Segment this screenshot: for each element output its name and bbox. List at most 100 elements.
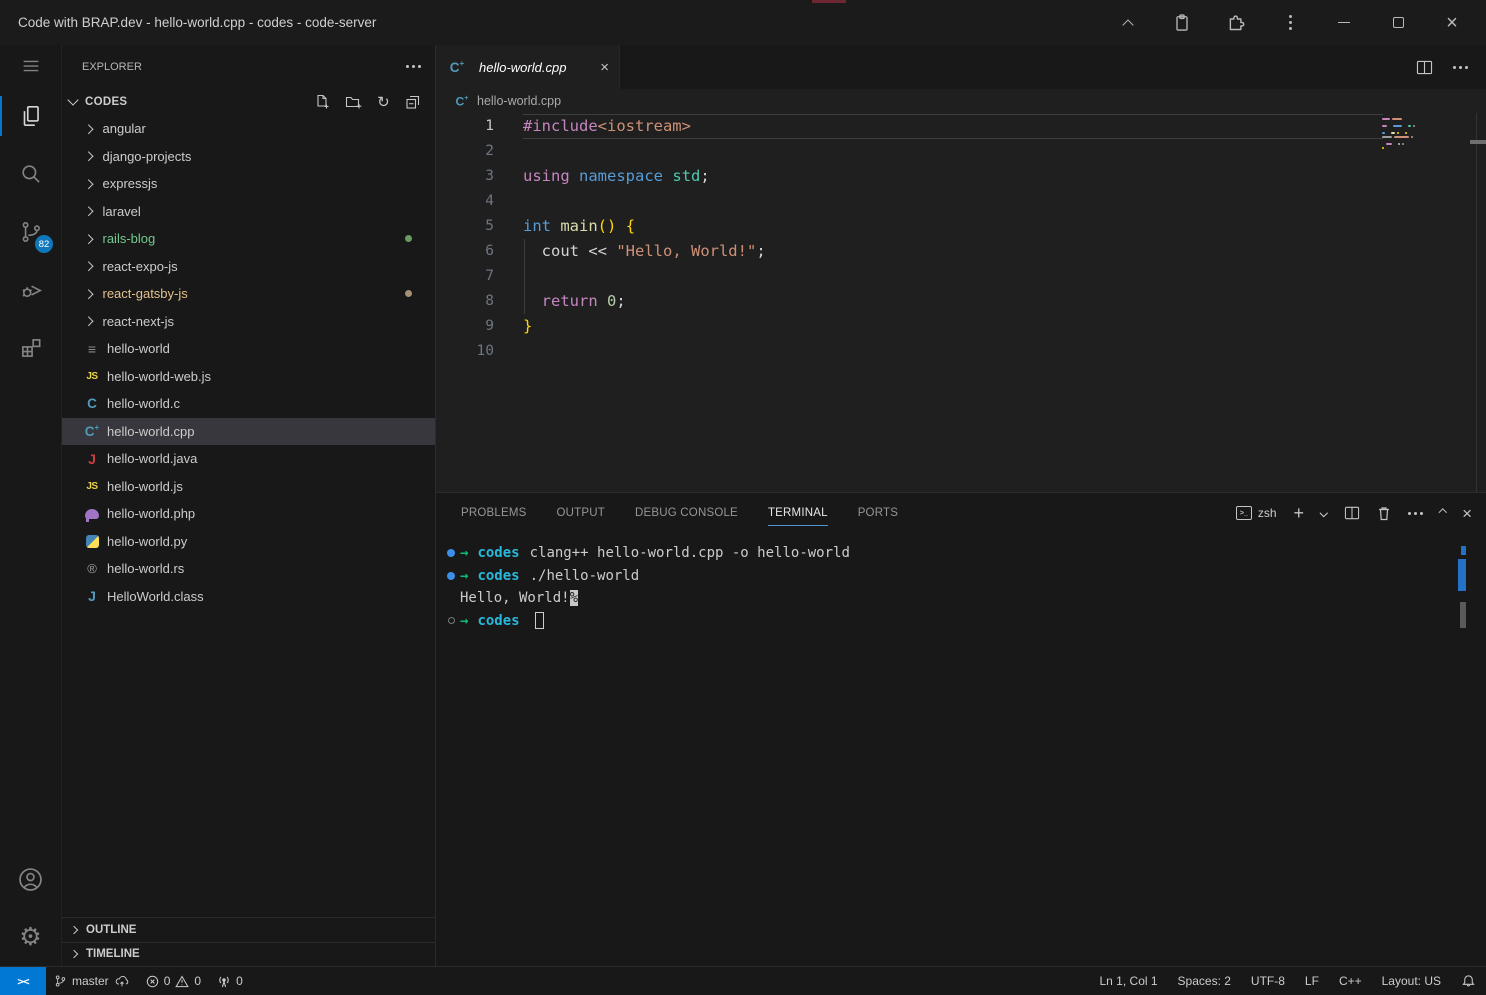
- settings-gear-icon[interactable]: ⚙: [0, 908, 61, 966]
- clipboard-icon[interactable]: [1162, 6, 1202, 40]
- code-line-3[interactable]: 3using namespace std;: [436, 164, 1486, 189]
- collapse-all-icon[interactable]: [405, 94, 421, 110]
- git-branch-icon: [54, 974, 67, 988]
- sidebar-item-search[interactable]: [0, 145, 61, 203]
- tab-close-icon[interactable]: ×: [600, 59, 609, 76]
- problems-item[interactable]: 0 0: [138, 967, 209, 995]
- section-header-outline[interactable]: OUTLINE: [62, 917, 435, 942]
- code-line-10[interactable]: 10: [436, 339, 1486, 364]
- cpp-file-icon: C+: [454, 93, 470, 109]
- line-number: 9: [436, 314, 523, 339]
- sidebar-item-explorer[interactable]: [0, 87, 61, 145]
- new-file-icon[interactable]: [314, 94, 330, 110]
- code-line-9[interactable]: 9}: [436, 314, 1486, 339]
- panel-tab-ports[interactable]: PORTS: [858, 493, 898, 533]
- notifications-bell-icon[interactable]: [1451, 967, 1486, 995]
- split-editor-icon[interactable]: [1416, 60, 1433, 75]
- publish-cloud-icon: [114, 974, 130, 988]
- panel-tab-debug-console[interactable]: DEBUG CONSOLE: [635, 493, 738, 533]
- tree-item-hello-world-web.js[interactable]: JShello-world-web.js: [62, 363, 435, 391]
- close-button[interactable]: ×: [1432, 6, 1472, 40]
- maximize-button[interactable]: [1378, 6, 1418, 40]
- explorer-sidebar: EXPLORER CODES ↻ angulardjango-projectse…: [62, 45, 435, 966]
- refresh-icon[interactable]: ↻: [377, 93, 390, 111]
- cpp-file-icon: C+: [83, 422, 101, 440]
- tree-item-hello-world.js[interactable]: JShello-world.js: [62, 473, 435, 501]
- prompt-directory: codes: [477, 568, 519, 584]
- text-file-icon: ≡: [83, 340, 101, 358]
- breadcrumb: C+ hello-world.cpp: [436, 89, 1486, 113]
- breadcrumb-item[interactable]: hello-world.cpp: [477, 94, 561, 108]
- editor-more-actions-icon[interactable]: [1453, 66, 1468, 69]
- code-editor[interactable]: 1#include<iostream>23using namespace std…: [436, 113, 1486, 492]
- menu-icon[interactable]: [0, 45, 61, 87]
- indentation[interactable]: Spaces: 2: [1168, 967, 1241, 995]
- language-mode[interactable]: C++: [1329, 967, 1372, 995]
- tree-item-label: expressjs: [103, 176, 158, 191]
- tree-item-hello-world[interactable]: ≡hello-world: [62, 335, 435, 363]
- tree-item-react-expo-js[interactable]: react-expo-js: [62, 253, 435, 281]
- code-line-5[interactable]: 5int main() {: [436, 214, 1486, 239]
- tree-item-react-gatsby-js[interactable]: react-gatsby-js: [62, 280, 435, 308]
- more-vertical-icon[interactable]: [1270, 6, 1310, 40]
- keyboard-layout[interactable]: Layout: US: [1372, 967, 1451, 995]
- tree-item-hello-world.rs[interactable]: ®hello-world.rs: [62, 555, 435, 583]
- tree-item-HelloWorld.class[interactable]: JHelloWorld.class: [62, 583, 435, 611]
- chevron-up-icon[interactable]: [1108, 6, 1148, 40]
- git-branch-item[interactable]: master: [46, 967, 138, 995]
- tree-item-hello-world.java[interactable]: Jhello-world.java: [62, 445, 435, 473]
- tree-item-expressjs[interactable]: expressjs: [62, 170, 435, 198]
- terminal-line-3: Hello, World!%: [442, 587, 1486, 610]
- extensions-puzzle-icon[interactable]: [1216, 6, 1256, 40]
- code-line-4[interactable]: 4: [436, 189, 1486, 214]
- terminal-line-1: →codesclang++ hello-world.cpp -o hello-w…: [442, 542, 1486, 565]
- git-status-dot: [405, 290, 412, 297]
- code-line-6[interactable]: 6 cout << "Hello, World!";: [436, 239, 1486, 264]
- encoding[interactable]: UTF-8: [1241, 967, 1295, 995]
- terminal[interactable]: →codesclang++ hello-world.cpp -o hello-w…: [436, 533, 1486, 966]
- ports-item[interactable]: 0: [209, 967, 251, 995]
- new-terminal-icon[interactable]: +: [1294, 504, 1305, 522]
- terminal-dropdown-icon[interactable]: [1320, 509, 1328, 517]
- tree-item-angular[interactable]: angular: [62, 115, 435, 143]
- panel-more-actions-icon[interactable]: [1408, 512, 1423, 515]
- panel-tab-output[interactable]: OUTPUT: [557, 493, 605, 533]
- tree-item-react-next-js[interactable]: react-next-js: [62, 308, 435, 336]
- section-header-codes[interactable]: CODES ↻: [62, 88, 435, 115]
- code-line-2[interactable]: 2: [436, 139, 1486, 164]
- tab-hello-world-cpp[interactable]: C+ hello-world.cpp ×: [436, 45, 620, 89]
- split-terminal-icon[interactable]: [1344, 506, 1360, 520]
- remote-indicator[interactable]: ><: [0, 967, 46, 995]
- tree-item-hello-world.php[interactable]: hello-world.php: [62, 500, 435, 528]
- maximize-panel-icon[interactable]: [1438, 509, 1446, 517]
- close-panel-icon[interactable]: ×: [1462, 505, 1472, 522]
- terminal-scrollbar-slider[interactable]: [1460, 602, 1466, 628]
- prompt-arrow: →: [460, 545, 468, 561]
- tree-item-django-projects[interactable]: django-projects: [62, 143, 435, 171]
- tree-item-hello-world.py[interactable]: hello-world.py: [62, 528, 435, 556]
- panel-tab-terminal[interactable]: TERMINAL: [768, 493, 828, 533]
- tree-item-hello-world.c[interactable]: Chello-world.c: [62, 390, 435, 418]
- code-line-8[interactable]: 8 return 0;: [436, 289, 1486, 314]
- tree-item-laravel[interactable]: laravel: [62, 198, 435, 226]
- code-line-7[interactable]: 7: [436, 264, 1486, 289]
- tree-item-rails-blog[interactable]: rails-blog: [62, 225, 435, 253]
- explorer-more-actions-icon[interactable]: [406, 65, 421, 68]
- cursor-position[interactable]: Ln 1, Col 1: [1090, 967, 1168, 995]
- eol-sequence[interactable]: LF: [1295, 967, 1329, 995]
- window-title: Code with BRAP.dev - hello-world.cpp - c…: [18, 15, 376, 30]
- code-line-1[interactable]: 1#include<iostream>: [436, 114, 1486, 139]
- section-header-timeline[interactable]: TIMELINE: [62, 942, 435, 967]
- sidebar-item-extensions[interactable]: [0, 319, 61, 377]
- sidebar-item-source-control[interactable]: 82: [0, 203, 61, 261]
- minimap[interactable]: [1382, 118, 1420, 154]
- account-icon[interactable]: [0, 850, 61, 908]
- kill-terminal-icon[interactable]: [1377, 506, 1391, 521]
- minimize-button[interactable]: [1324, 6, 1364, 40]
- sidebar-item-run-debug[interactable]: [0, 261, 61, 319]
- new-folder-icon[interactable]: [345, 94, 362, 110]
- panel-tab-problems[interactable]: PROBLEMS: [461, 493, 527, 533]
- terminal-instance[interactable]: >_ zsh: [1236, 506, 1277, 520]
- tree-item-label: HelloWorld.class: [107, 589, 204, 604]
- tree-item-hello-world.cpp[interactable]: C+hello-world.cpp: [62, 418, 435, 446]
